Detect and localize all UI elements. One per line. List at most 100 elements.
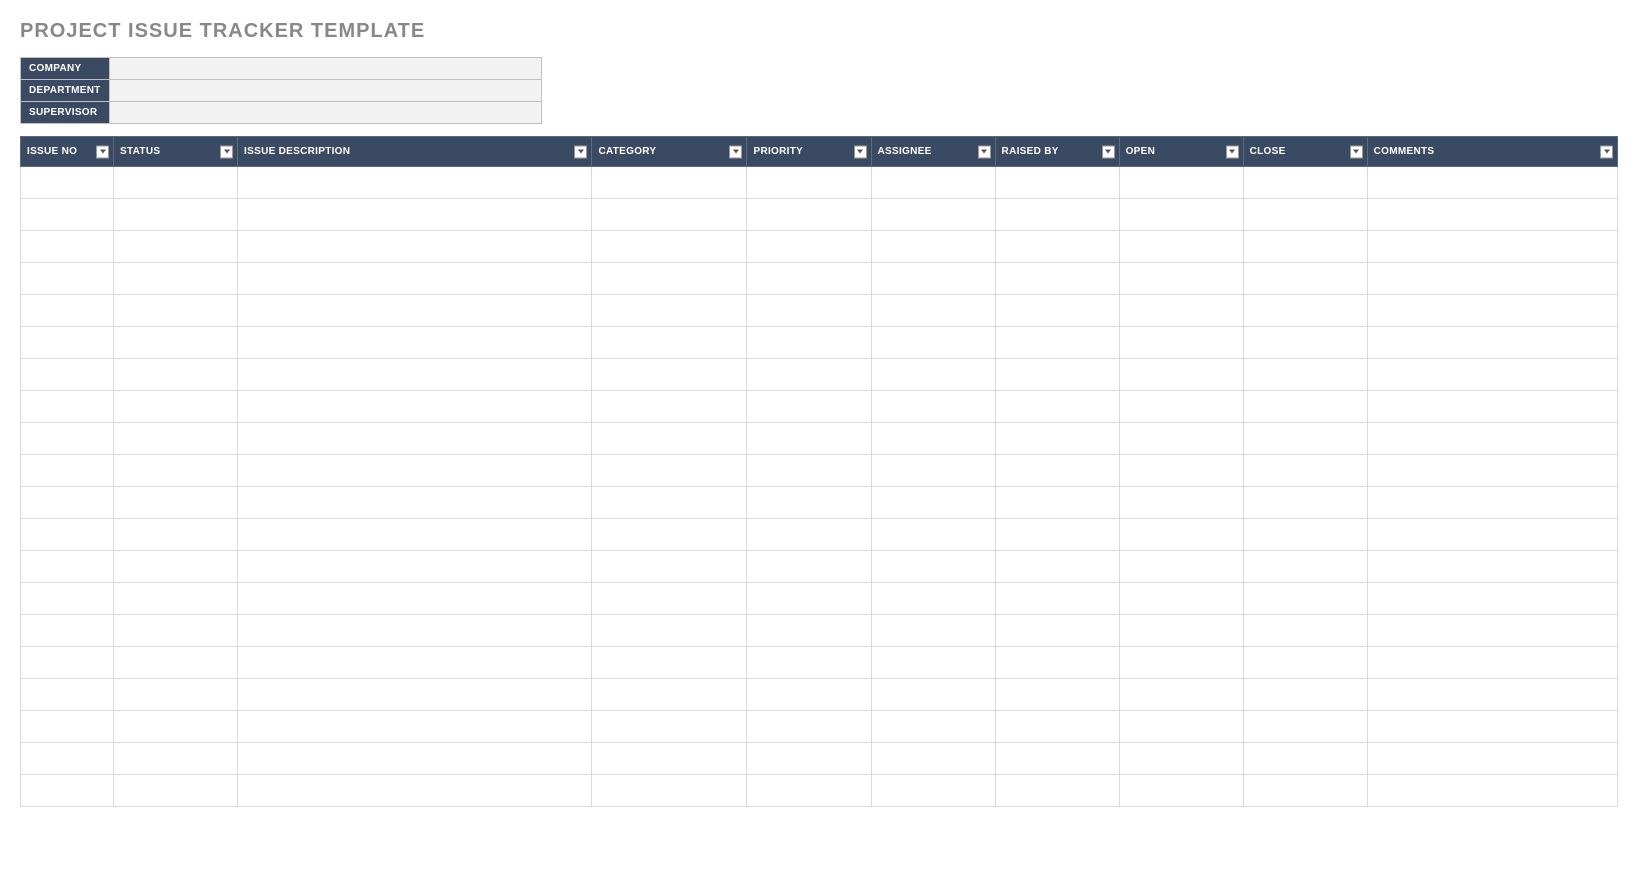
cell-close[interactable] xyxy=(1243,551,1367,583)
filter-dropdown-icon[interactable] xyxy=(574,145,587,158)
cell-close[interactable] xyxy=(1243,743,1367,775)
cell-category[interactable] xyxy=(592,327,747,359)
cell-open[interactable] xyxy=(1119,423,1243,455)
cell-open[interactable] xyxy=(1119,679,1243,711)
cell-open[interactable] xyxy=(1119,167,1243,199)
cell-category[interactable] xyxy=(592,199,747,231)
cell-assignee[interactable] xyxy=(871,167,995,199)
cell-close[interactable] xyxy=(1243,391,1367,423)
cell-raised-by[interactable] xyxy=(995,199,1119,231)
cell-open[interactable] xyxy=(1119,391,1243,423)
cell-description[interactable] xyxy=(238,615,592,647)
cell-description[interactable] xyxy=(238,455,592,487)
cell-comments[interactable] xyxy=(1367,615,1617,647)
cell-comments[interactable] xyxy=(1367,679,1617,711)
cell-priority[interactable] xyxy=(747,711,871,743)
cell-category[interactable] xyxy=(592,487,747,519)
filter-dropdown-icon[interactable] xyxy=(978,145,991,158)
cell-comments[interactable] xyxy=(1367,295,1617,327)
cell-comments[interactable] xyxy=(1367,263,1617,295)
cell-category[interactable] xyxy=(592,775,747,807)
cell-open[interactable] xyxy=(1119,519,1243,551)
cell-raised-by[interactable] xyxy=(995,167,1119,199)
cell-assignee[interactable] xyxy=(871,551,995,583)
cell-close[interactable] xyxy=(1243,359,1367,391)
cell-status[interactable] xyxy=(114,519,238,551)
cell-comments[interactable] xyxy=(1367,391,1617,423)
cell-category[interactable] xyxy=(592,295,747,327)
cell-priority[interactable] xyxy=(747,743,871,775)
cell-raised-by[interactable] xyxy=(995,455,1119,487)
cell-status[interactable] xyxy=(114,647,238,679)
cell-comments[interactable] xyxy=(1367,583,1617,615)
cell-comments[interactable] xyxy=(1367,455,1617,487)
cell-issue-no[interactable] xyxy=(21,455,114,487)
cell-description[interactable] xyxy=(238,231,592,263)
cell-issue-no[interactable] xyxy=(21,583,114,615)
cell-comments[interactable] xyxy=(1367,519,1617,551)
cell-assignee[interactable] xyxy=(871,711,995,743)
cell-priority[interactable] xyxy=(747,231,871,263)
cell-assignee[interactable] xyxy=(871,519,995,551)
cell-close[interactable] xyxy=(1243,295,1367,327)
cell-category[interactable] xyxy=(592,743,747,775)
cell-priority[interactable] xyxy=(747,551,871,583)
cell-status[interactable] xyxy=(114,711,238,743)
cell-category[interactable] xyxy=(592,551,747,583)
cell-description[interactable] xyxy=(238,647,592,679)
cell-priority[interactable] xyxy=(747,615,871,647)
cell-assignee[interactable] xyxy=(871,775,995,807)
cell-description[interactable] xyxy=(238,775,592,807)
cell-category[interactable] xyxy=(592,583,747,615)
cell-description[interactable] xyxy=(238,423,592,455)
cell-priority[interactable] xyxy=(747,199,871,231)
cell-assignee[interactable] xyxy=(871,487,995,519)
cell-issue-no[interactable] xyxy=(21,519,114,551)
cell-status[interactable] xyxy=(114,263,238,295)
cell-raised-by[interactable] xyxy=(995,295,1119,327)
cell-category[interactable] xyxy=(592,519,747,551)
cell-description[interactable] xyxy=(238,487,592,519)
cell-issue-no[interactable] xyxy=(21,199,114,231)
cell-description[interactable] xyxy=(238,391,592,423)
filter-dropdown-icon[interactable] xyxy=(96,145,109,158)
cell-category[interactable] xyxy=(592,647,747,679)
cell-status[interactable] xyxy=(114,231,238,263)
cell-issue-no[interactable] xyxy=(21,679,114,711)
filter-dropdown-icon[interactable] xyxy=(854,145,867,158)
cell-priority[interactable] xyxy=(747,167,871,199)
cell-close[interactable] xyxy=(1243,167,1367,199)
cell-issue-no[interactable] xyxy=(21,551,114,583)
cell-priority[interactable] xyxy=(747,295,871,327)
cell-raised-by[interactable] xyxy=(995,231,1119,263)
cell-status[interactable] xyxy=(114,199,238,231)
cell-priority[interactable] xyxy=(747,775,871,807)
filter-dropdown-icon[interactable] xyxy=(1226,145,1239,158)
cell-close[interactable] xyxy=(1243,647,1367,679)
cell-status[interactable] xyxy=(114,743,238,775)
cell-description[interactable] xyxy=(238,519,592,551)
cell-raised-by[interactable] xyxy=(995,423,1119,455)
cell-close[interactable] xyxy=(1243,615,1367,647)
cell-comments[interactable] xyxy=(1367,359,1617,391)
cell-priority[interactable] xyxy=(747,455,871,487)
meta-value-company[interactable] xyxy=(109,58,541,80)
cell-assignee[interactable] xyxy=(871,647,995,679)
cell-assignee[interactable] xyxy=(871,295,995,327)
cell-comments[interactable] xyxy=(1367,775,1617,807)
cell-raised-by[interactable] xyxy=(995,487,1119,519)
cell-priority[interactable] xyxy=(747,327,871,359)
cell-comments[interactable] xyxy=(1367,423,1617,455)
cell-issue-no[interactable] xyxy=(21,327,114,359)
cell-description[interactable] xyxy=(238,327,592,359)
meta-value-supervisor[interactable] xyxy=(109,102,541,124)
cell-open[interactable] xyxy=(1119,295,1243,327)
cell-close[interactable] xyxy=(1243,423,1367,455)
cell-assignee[interactable] xyxy=(871,263,995,295)
cell-open[interactable] xyxy=(1119,359,1243,391)
cell-comments[interactable] xyxy=(1367,711,1617,743)
cell-close[interactable] xyxy=(1243,231,1367,263)
cell-status[interactable] xyxy=(114,455,238,487)
cell-category[interactable] xyxy=(592,615,747,647)
cell-assignee[interactable] xyxy=(871,391,995,423)
